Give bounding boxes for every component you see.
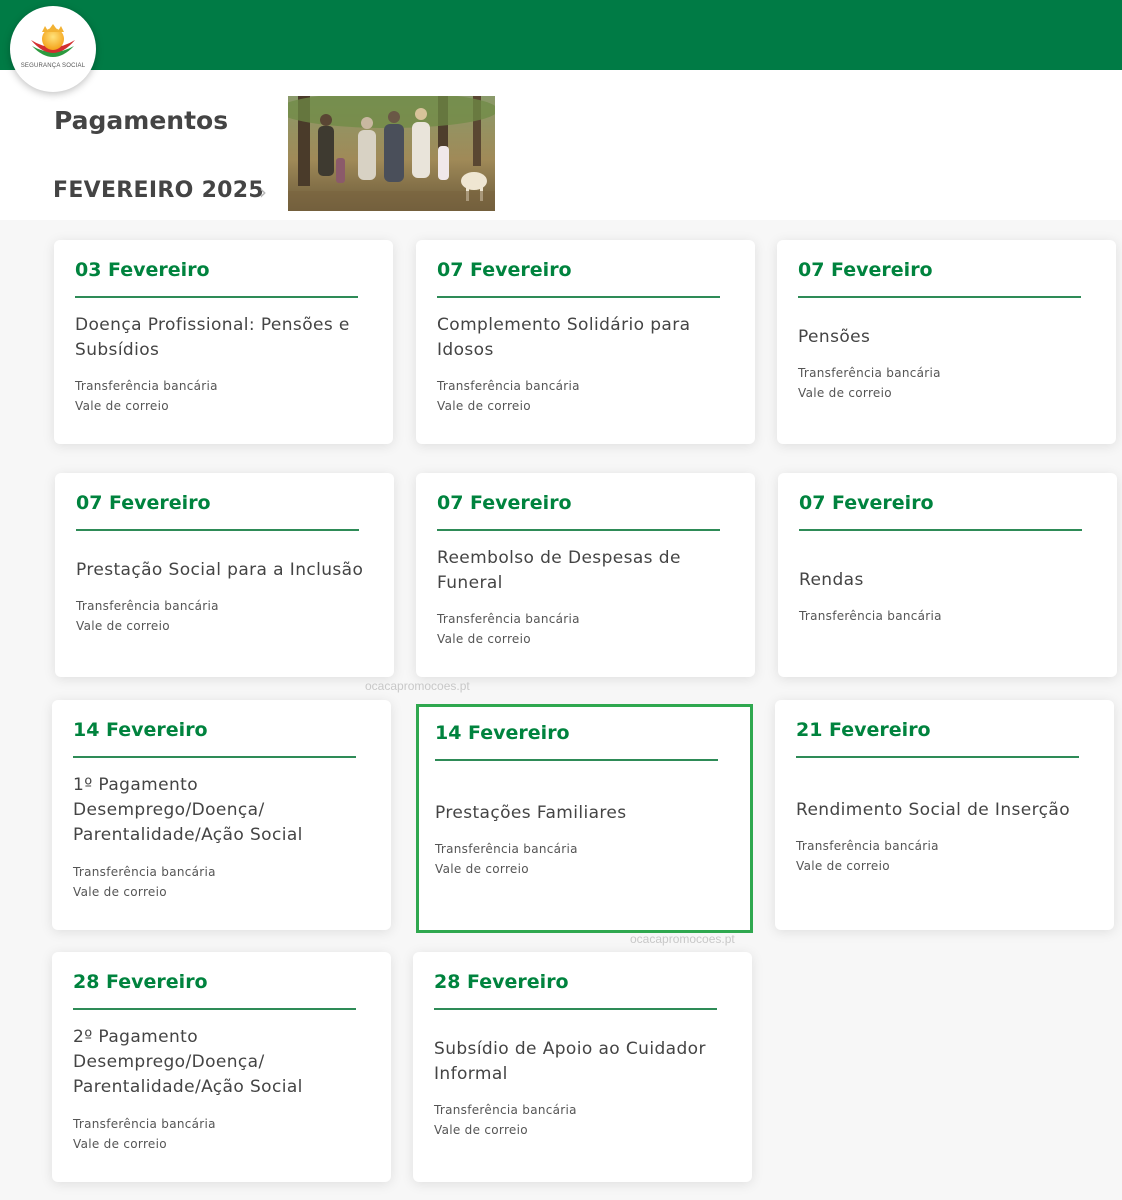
payment-method: Transferência bancária xyxy=(798,366,941,380)
payment-date: 07 Fevereiro xyxy=(437,492,572,514)
payment-method: Vale de correio xyxy=(437,399,531,413)
payment-method: Vale de correio xyxy=(798,386,892,400)
payment-method: Vale de correio xyxy=(76,619,170,633)
payment-card[interactable]: 28 Fevereiro 2º Pagamento Desemprego/Doe… xyxy=(52,952,391,1182)
sun-logo-icon xyxy=(31,24,75,57)
payment-title: Complemento Solidário para Idosos xyxy=(437,315,691,360)
payment-method: Vale de correio xyxy=(796,859,890,873)
payment-date: 07 Fevereiro xyxy=(798,259,933,281)
payment-method: Vale de correio xyxy=(437,632,531,646)
payment-title: Rendas xyxy=(799,570,864,590)
payment-title: Pensões xyxy=(798,327,871,347)
payment-method: Transferência bancária xyxy=(796,839,939,853)
payment-methods: Transferência bancária Vale de correio xyxy=(73,1114,216,1154)
payment-method: Transferência bancária xyxy=(437,612,580,626)
payment-card[interactable]: 07 Fevereiro Prestação Social para a Inc… xyxy=(55,473,394,677)
payment-method: Transferência bancária xyxy=(73,1117,216,1131)
divider xyxy=(75,296,358,298)
payment-method: Transferência bancária xyxy=(76,599,219,613)
payment-method: Transferência bancária xyxy=(437,379,580,393)
divider xyxy=(437,529,720,531)
payment-date: 28 Fevereiro xyxy=(434,971,569,993)
payment-method: Transferência bancária xyxy=(435,842,578,856)
payment-methods: Transferência bancária Vale de correio xyxy=(73,862,216,902)
divider xyxy=(437,296,720,298)
seguranca-social-logo[interactable]: SEGURANÇA SOCIAL xyxy=(10,6,96,92)
payment-card[interactable]: 14 Fevereiro 1º Pagamento Desemprego/Doe… xyxy=(52,700,391,930)
payment-method: Vale de correio xyxy=(73,1137,167,1151)
payment-title: Reembolso de Despesas de Funeral xyxy=(437,548,681,593)
payment-methods: Transferência bancária Vale de correio xyxy=(434,1100,577,1140)
payment-method: Vale de correio xyxy=(73,885,167,899)
payment-methods: Transferência bancária Vale de correio xyxy=(76,596,219,636)
family-walking-photo xyxy=(288,96,495,211)
payment-title: Doença Profissional: Pensões e Subsídios xyxy=(75,315,350,360)
payment-methods: Transferência bancária Vale de correio xyxy=(75,376,218,416)
payment-title: Prestação Social para a Inclusão xyxy=(76,560,364,580)
divider xyxy=(73,756,356,758)
payment-card[interactable]: 21 Fevereiro Rendimento Social de Inserç… xyxy=(775,700,1114,930)
top-bar xyxy=(0,0,1122,70)
page-title: Pagamentos xyxy=(54,106,229,135)
watermark: ocacapromocoes.pt xyxy=(365,679,470,693)
payment-date: 07 Fevereiro xyxy=(76,492,211,514)
payment-card[interactable]: 07 Fevereiro Pensões Transferência bancá… xyxy=(777,240,1116,444)
payment-card[interactable]: 07 Fevereiro Rendas Transferência bancár… xyxy=(778,473,1117,677)
payment-method: Transferência bancária xyxy=(799,609,942,623)
month-selector[interactable]: FEVEREIRO 2025 xyxy=(53,178,264,203)
payment-title: Rendimento Social de Inserção xyxy=(796,800,1071,820)
payment-methods: Transferência bancária xyxy=(799,606,942,626)
payment-method: Vale de correio xyxy=(75,399,169,413)
payment-method: Transferência bancária xyxy=(75,379,218,393)
payment-card[interactable]: 07 Fevereiro Reembolso de Despesas de Fu… xyxy=(416,473,755,677)
divider xyxy=(73,1008,356,1010)
payment-methods: Transferência bancária Vale de correio xyxy=(798,363,941,403)
payment-card[interactable]: 07 Fevereiro Complemento Solidário para … xyxy=(416,240,755,444)
payment-methods: Transferência bancária Vale de correio xyxy=(796,836,939,876)
payment-date: 14 Fevereiro xyxy=(73,719,208,741)
payment-title: Prestações Familiares xyxy=(435,803,627,823)
payment-title: 1º Pagamento Desemprego/Doença/ Parental… xyxy=(73,775,303,845)
divider xyxy=(798,296,1081,298)
payment-date: 14 Fevereiro xyxy=(435,722,570,744)
payment-card[interactable]: 28 Fevereiro Subsídio de Apoio ao Cuidad… xyxy=(413,952,752,1182)
payment-date: 21 Fevereiro xyxy=(796,719,931,741)
payment-methods: Transferência bancária Vale de correio xyxy=(437,376,580,416)
payment-date: 07 Fevereiro xyxy=(437,259,572,281)
payment-date: 03 Fevereiro xyxy=(75,259,210,281)
divider xyxy=(435,759,718,761)
payment-methods: Transferência bancária Vale de correio xyxy=(435,839,578,879)
payment-title: Subsídio de Apoio ao Cuidador Informal xyxy=(434,1039,706,1084)
watermark: ocacapromocoes.pt xyxy=(630,932,735,946)
chevron-right-icon[interactable]: › xyxy=(259,180,267,204)
payment-title: 2º Pagamento Desemprego/Doença/ Parental… xyxy=(73,1027,303,1097)
payment-date: 07 Fevereiro xyxy=(799,492,934,514)
divider xyxy=(76,529,359,531)
divider xyxy=(796,756,1079,758)
payment-card[interactable]: 03 Fevereiro Doença Profissional: Pensõe… xyxy=(54,240,393,444)
payment-methods: Transferência bancária Vale de correio xyxy=(437,609,580,649)
divider xyxy=(799,529,1082,531)
payment-card-selected[interactable]: 14 Fevereiro Prestações Familiares Trans… xyxy=(416,704,753,933)
payment-method: Transferência bancária xyxy=(73,865,216,879)
payment-method: Vale de correio xyxy=(434,1123,528,1137)
payment-date: 28 Fevereiro xyxy=(73,971,208,993)
payment-method: Vale de correio xyxy=(435,862,529,876)
logo-text: SEGURANÇA SOCIAL xyxy=(20,63,86,69)
divider xyxy=(434,1008,717,1010)
payment-method: Transferência bancária xyxy=(434,1103,577,1117)
